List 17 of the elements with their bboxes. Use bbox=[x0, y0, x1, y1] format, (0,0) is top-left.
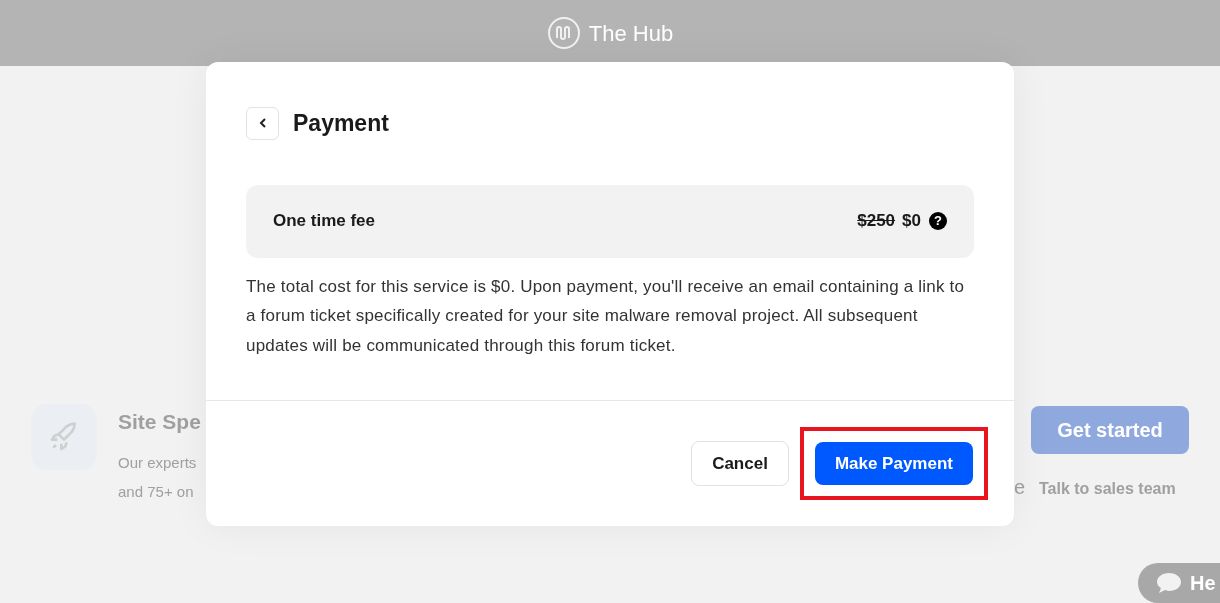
chat-icon bbox=[1156, 571, 1182, 595]
description-text: The total cost for this service is $0. Upon payment, you'll receive an email containing a link to a forum ticket specifically created for your site malware removal project. All subsequent updates will be communicated through this forum ticket. bbox=[246, 275, 966, 357]
make-payment-button[interactable]: Make Payment bbox=[814, 442, 973, 485]
back-button[interactable] bbox=[246, 106, 279, 140]
old-price: $250 bbox=[857, 210, 896, 233]
price: $0 bbox=[902, 210, 921, 233]
fee-label: One time fee bbox=[273, 210, 376, 233]
card-title: Site Spe bbox=[118, 409, 201, 435]
card-text: e bbox=[1014, 475, 1026, 500]
card-text: Our experts bbox=[118, 453, 198, 473]
help-icon[interactable]: ? bbox=[929, 212, 947, 230]
brand-name: The Hub bbox=[588, 19, 674, 48]
chevron-left-icon bbox=[258, 118, 267, 129]
logo-icon bbox=[546, 16, 581, 50]
card-text: and 75+ on bbox=[118, 482, 195, 502]
cancel-button[interactable]: Cancel bbox=[691, 441, 789, 486]
dialog-title: Payment bbox=[293, 109, 389, 138]
